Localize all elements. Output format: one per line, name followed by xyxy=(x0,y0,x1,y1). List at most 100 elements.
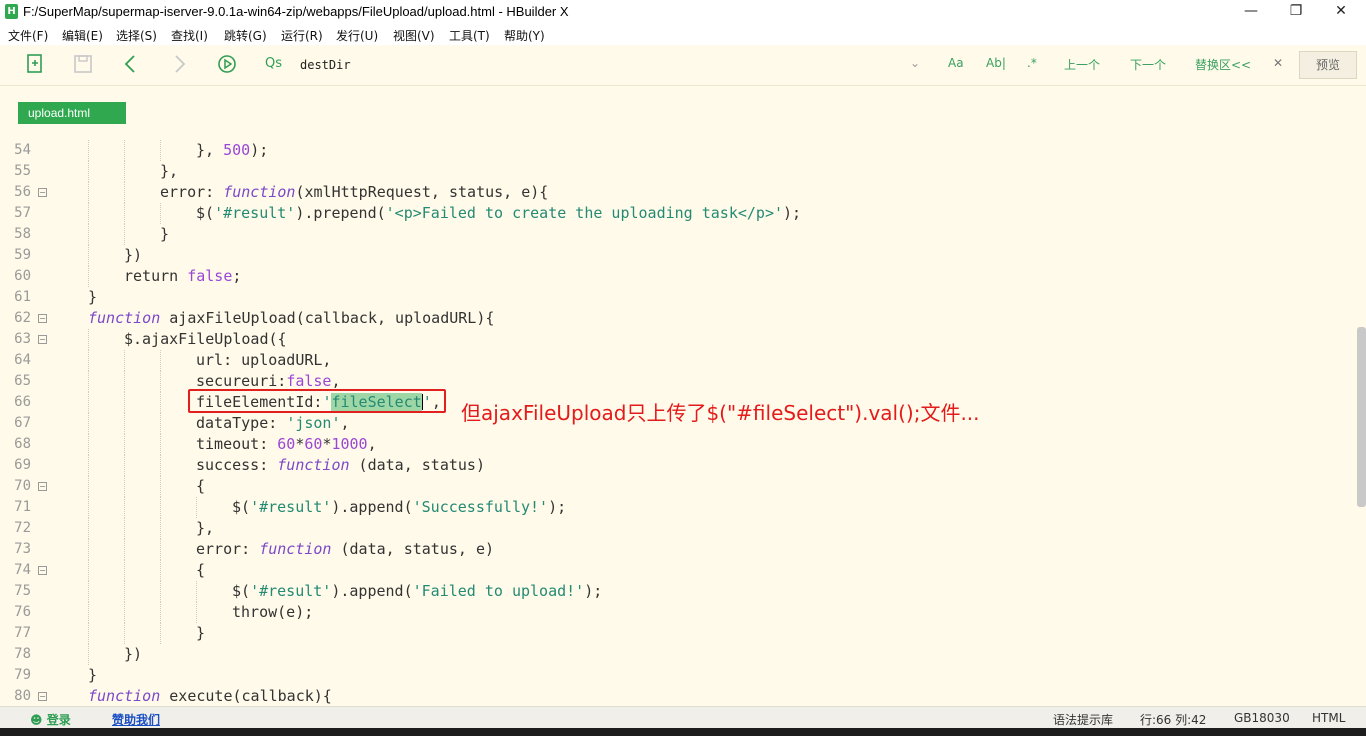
menu-help[interactable]: 帮助(Y) xyxy=(504,27,545,44)
code-line: 62− function ajaxFileUpload(callback, upl… xyxy=(0,308,1356,329)
restore-button[interactable]: ❐ xyxy=(1273,0,1319,24)
close-icon[interactable]: ✕ xyxy=(1273,56,1283,70)
code-line: 56− error: function(xmlHttpRequest, statu… xyxy=(0,182,1356,203)
replace-toggle-button[interactable]: 替换区<< xyxy=(1195,56,1251,73)
line-number: 64 xyxy=(14,352,31,368)
indent-guide xyxy=(160,497,161,518)
indent-guide xyxy=(124,434,125,455)
indent-guide xyxy=(160,623,161,644)
code-text: success: function (data, status) xyxy=(196,456,485,474)
regex-toggle[interactable]: .* xyxy=(1027,56,1037,70)
forward-icon[interactable] xyxy=(168,53,190,75)
code-text: } xyxy=(88,288,98,306)
find-prev-button[interactable]: 上一个 xyxy=(1064,56,1100,73)
indent-guide xyxy=(88,434,89,455)
indent-guide xyxy=(88,140,89,161)
fold-toggle-icon[interactable]: − xyxy=(38,566,47,575)
cursor-position[interactable]: 行:66 列:42 xyxy=(1140,711,1206,728)
language-mode[interactable]: HTML xyxy=(1312,711,1345,725)
whole-word-toggle[interactable]: Ab| xyxy=(986,56,1006,70)
tab-upload-html[interactable]: upload.html xyxy=(18,102,126,124)
preview-button[interactable]: 预览 xyxy=(1299,51,1357,79)
menu-goto[interactable]: 跳转(G) xyxy=(224,27,267,44)
scrollbar-thumb[interactable] xyxy=(1357,327,1366,507)
indent-guide xyxy=(160,140,161,161)
line-number: 54 xyxy=(14,142,31,158)
code-line: 61} xyxy=(0,287,1356,308)
fold-toggle-icon[interactable]: − xyxy=(38,482,47,491)
syntax-hint-library[interactable]: 语法提示库 xyxy=(1053,711,1113,728)
fold-toggle-icon[interactable]: − xyxy=(38,314,47,323)
user-icon: ☻ xyxy=(30,713,43,727)
back-icon[interactable] xyxy=(120,53,142,75)
indent-guide xyxy=(160,560,161,581)
indent-guide xyxy=(160,371,161,392)
indent-guide xyxy=(160,476,161,497)
code-line: 78}) xyxy=(0,644,1356,665)
save-icon[interactable] xyxy=(72,53,94,75)
code-editor[interactable]: 54}, 500); 55}, 56− error: function(xmlHt… xyxy=(0,136,1356,706)
indent-guide xyxy=(160,203,161,224)
menu-view[interactable]: 视图(V) xyxy=(393,27,435,44)
new-file-icon[interactable] xyxy=(24,53,46,75)
indent-guide xyxy=(88,539,89,560)
code-line: 79} xyxy=(0,665,1356,686)
indent-guide xyxy=(124,203,125,224)
indent-guide xyxy=(160,539,161,560)
code-text: }, xyxy=(196,519,215,537)
code-text: return false; xyxy=(124,267,242,285)
login-label: 登录 xyxy=(46,713,71,727)
indent-guide xyxy=(88,350,89,371)
find-input[interactable] xyxy=(300,55,900,75)
file-encoding[interactable]: GB18030 xyxy=(1234,711,1290,725)
menu-run[interactable]: 运行(R) xyxy=(281,27,323,44)
menu-find[interactable]: 查找(I) xyxy=(171,27,208,44)
fold-toggle-icon[interactable]: − xyxy=(38,188,47,197)
find-next-button[interactable]: 下一个 xyxy=(1130,56,1166,73)
login-button[interactable]: ☻ 登录 xyxy=(30,711,71,728)
code-text: }) xyxy=(124,645,143,663)
code-text: } xyxy=(88,666,98,684)
menu-tools[interactable]: 工具(T) xyxy=(449,27,490,44)
code-text: } xyxy=(160,225,170,243)
sponsor-link[interactable]: 赞助我们 xyxy=(112,711,160,728)
line-number: 61 xyxy=(14,289,31,305)
fold-toggle-icon[interactable]: − xyxy=(38,335,47,344)
fold-toggle-icon[interactable]: − xyxy=(38,692,47,701)
menu-edit[interactable]: 编辑(E) xyxy=(62,27,103,44)
code-text: $('#result').append('Failed to upload!')… xyxy=(232,582,603,600)
code-line: 60 return false; xyxy=(0,266,1356,287)
match-case-toggle[interactable]: Aa xyxy=(948,56,964,70)
chevron-down-icon[interactable]: ⌄ xyxy=(910,56,920,70)
code-text: dataType: 'json', xyxy=(196,414,350,432)
indent-guide xyxy=(124,623,125,644)
indent-guide xyxy=(124,497,125,518)
line-number: 67 xyxy=(14,415,31,431)
indent-guide xyxy=(124,350,125,371)
indent-guide xyxy=(88,623,89,644)
menu-file[interactable]: 文件(F) xyxy=(8,27,48,44)
menu-select[interactable]: 选择(S) xyxy=(116,27,157,44)
indent-guide xyxy=(88,329,89,350)
minimize-button[interactable]: — xyxy=(1228,0,1274,24)
menu-publish[interactable]: 发行(U) xyxy=(336,27,378,44)
line-number: 70 xyxy=(14,478,31,494)
indent-guide xyxy=(124,371,125,392)
line-number: 55 xyxy=(14,163,31,179)
indent-guide xyxy=(88,455,89,476)
close-window-button[interactable]: ✕ xyxy=(1318,0,1364,24)
indent-guide xyxy=(124,161,125,182)
code-line: 73 error: function (data, status, e) xyxy=(0,539,1356,560)
line-number: 63 xyxy=(14,331,31,347)
indent-guide xyxy=(124,539,125,560)
indent-guide xyxy=(88,266,89,287)
indent-guide xyxy=(124,392,125,413)
indent-guide xyxy=(88,602,89,623)
run-icon[interactable] xyxy=(216,53,238,75)
indent-guide xyxy=(124,602,125,623)
line-number: 58 xyxy=(14,226,31,242)
window-title: F:/SuperMap/supermap-iserver-9.0.1a-win6… xyxy=(23,4,569,19)
code-line: 58} xyxy=(0,224,1356,245)
indent-guide xyxy=(88,497,89,518)
line-number: 73 xyxy=(14,541,31,557)
